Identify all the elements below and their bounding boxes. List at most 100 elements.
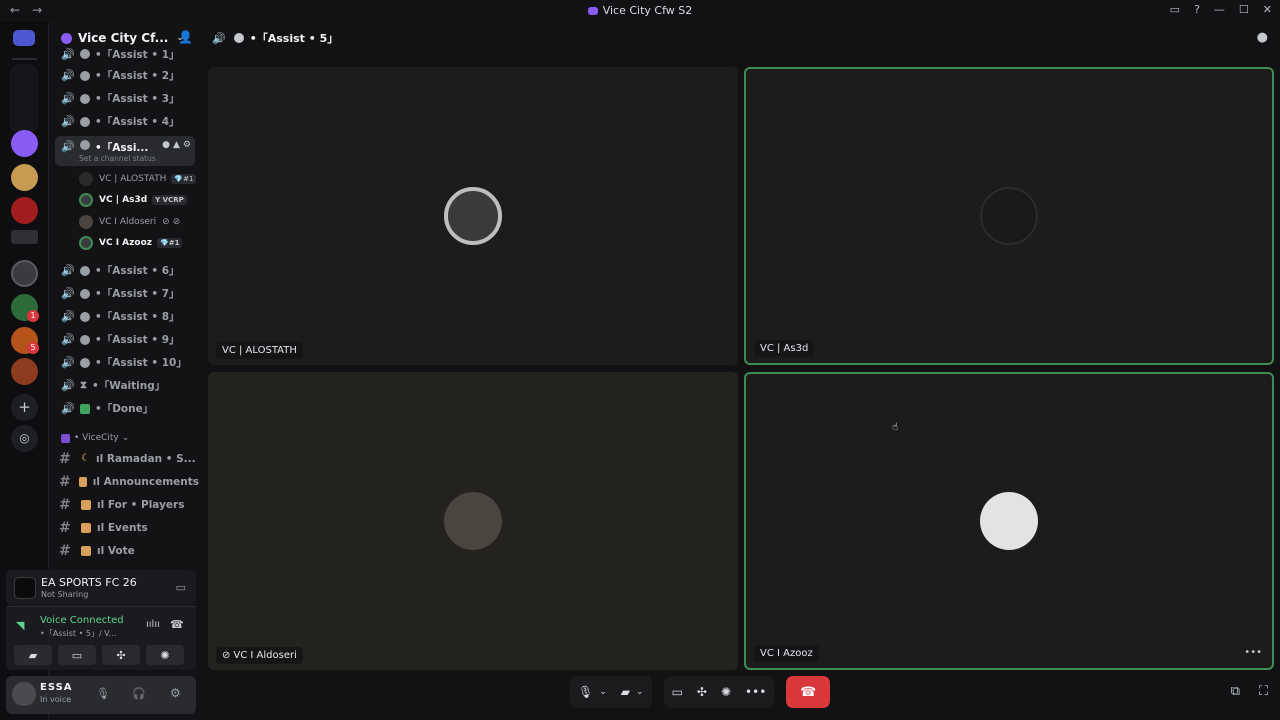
voice-channel[interactable]: 🔊 •「Assist • 2」 bbox=[55, 65, 195, 86]
channel-label: •「Assist • 4」 bbox=[95, 116, 180, 128]
video-tile[interactable]: VC | As3d bbox=[744, 67, 1274, 365]
close-button[interactable]: ✕ bbox=[1263, 3, 1272, 16]
voice-channel[interactable]: 🔊 •「Assist • 10」 bbox=[55, 352, 195, 373]
moon-icon: ☾ bbox=[81, 453, 90, 464]
voice-member[interactable]: VC | As3d Y VCRP bbox=[79, 190, 199, 210]
discover-icon[interactable]: ◎ bbox=[11, 425, 38, 452]
channel-label: ıl Events bbox=[97, 521, 148, 534]
voice-channel[interactable]: 🔊 •「Assist • 6」 bbox=[55, 260, 195, 281]
screen-share-icon[interactable]: ▭ bbox=[176, 581, 186, 594]
member-name: VC | ALOSTATH bbox=[99, 174, 167, 184]
chevron-down-icon[interactable]: ⌄ bbox=[599, 687, 607, 697]
username[interactable]: ESSA bbox=[40, 682, 73, 693]
text-channel[interactable]: # ıl Announcements bbox=[59, 471, 199, 492]
activities-button[interactable]: ✣ bbox=[102, 645, 140, 665]
muted-icon: ⊘ bbox=[222, 650, 231, 661]
hang-up-button[interactable]: ☎ bbox=[786, 676, 831, 708]
active-voice-channel[interactable]: 🔊 •「Assi... Set a channel status ● ▲ ⚙ bbox=[55, 136, 195, 166]
voice-channel[interactable]: 🔊 •「Assist • 8」 bbox=[55, 306, 195, 327]
voice-channel[interactable]: 🔊 •「Assist • 3」 bbox=[55, 88, 195, 109]
headphones-icon[interactable]: 🎧 bbox=[132, 687, 146, 700]
chat-bubble-icon[interactable]: ● bbox=[1257, 30, 1268, 45]
gear-icon[interactable]: ⚙ bbox=[183, 140, 191, 150]
window-title: Vice City Cfw S2 bbox=[602, 4, 693, 17]
tile-name: VC I Aldoseri bbox=[233, 650, 297, 661]
chat-icon[interactable]: ● bbox=[162, 140, 170, 150]
category-header[interactable]: • ViceCity ⌄ bbox=[61, 433, 129, 443]
maximize-button[interactable]: ☐ bbox=[1239, 3, 1249, 16]
game-name: EA SPORTS FC 26 bbox=[41, 576, 137, 589]
screen-share-button[interactable]: ▭ bbox=[672, 685, 683, 699]
camera-off-button[interactable]: ▰ bbox=[621, 685, 630, 699]
noise-suppression-icon[interactable]: ıılıı bbox=[146, 619, 160, 630]
camera-button[interactable]: ▰ bbox=[14, 645, 52, 665]
voice-member[interactable]: VC I Azooz 💎#1 bbox=[79, 233, 199, 253]
discord-home-icon[interactable] bbox=[13, 30, 35, 46]
channel-label: ıl Ramadan • S... bbox=[95, 452, 196, 465]
more-options-icon[interactable]: ••• bbox=[1244, 647, 1262, 658]
server-icon[interactable] bbox=[11, 230, 38, 244]
voice-channel[interactable]: 🔊 •「Assist • 1」 bbox=[55, 48, 195, 60]
voice-channel[interactable]: 🔊 •「Assist • 4」 bbox=[55, 111, 195, 132]
video-tile[interactable]: VC I Azooz ••• ☝ bbox=[744, 372, 1274, 670]
invite-icon[interactable]: ▲ bbox=[173, 140, 180, 150]
soundboard-button[interactable]: ✺ bbox=[721, 685, 731, 699]
server-icon[interactable] bbox=[11, 164, 38, 191]
text-channel[interactable]: # ıl For • Players bbox=[59, 494, 199, 515]
pop-out-icon[interactable]: ⧉ bbox=[1231, 684, 1240, 699]
avatar bbox=[79, 236, 93, 250]
channel-label: •「Waiting」 bbox=[92, 380, 166, 392]
activities-button[interactable]: ✣ bbox=[697, 685, 707, 699]
voice-channel[interactable]: 🔊 •「Assist • 9」 bbox=[55, 329, 195, 350]
channel-tools: ● ▲ ⚙ bbox=[162, 140, 191, 150]
more-options-button[interactable]: ••• bbox=[745, 685, 766, 699]
voice-channel[interactable]: 🔊 •「Done」 bbox=[55, 398, 195, 419]
server-icon[interactable] bbox=[11, 197, 38, 224]
avatar[interactable] bbox=[12, 682, 36, 706]
channel-status-input[interactable]: Set a channel status bbox=[79, 154, 156, 163]
signal-icon[interactable]: ◥ bbox=[16, 619, 24, 632]
add-server-icon[interactable]: + bbox=[11, 394, 38, 421]
voice-channel[interactable]: 🔊 •「Assist • 7」 bbox=[55, 283, 195, 304]
hash-icon: # bbox=[59, 519, 71, 536]
video-tile[interactable]: VC | ALOSTATH bbox=[208, 67, 738, 365]
minimize-button[interactable]: — bbox=[1214, 3, 1225, 16]
clock-icon bbox=[80, 311, 90, 322]
voice-channel-path[interactable]: •「Assist • 5」/ V... bbox=[40, 628, 116, 639]
deafened-icon: ⊘ bbox=[172, 217, 181, 227]
microphone-icon[interactable]: 🎙 bbox=[96, 687, 110, 700]
voice-channel[interactable]: 🔊 ⧗ •「Waiting」 bbox=[55, 375, 195, 396]
inbox-icon[interactable]: ▭ bbox=[1170, 3, 1180, 16]
voice-status[interactable]: Voice Connected bbox=[40, 615, 124, 626]
microphone-button[interactable]: 🎙 bbox=[578, 685, 593, 699]
invite-people-icon[interactable]: 👤 bbox=[178, 30, 193, 44]
speaker-icon: 🔊 bbox=[61, 69, 75, 82]
video-tile[interactable]: ⊘ VC I Aldoseri bbox=[208, 372, 738, 670]
fullscreen-icon[interactable]: ⛶ bbox=[1259, 684, 1268, 699]
server-icon[interactable] bbox=[11, 260, 38, 287]
channel-label: •「Assist • 3」 bbox=[95, 93, 180, 105]
text-channel[interactable]: # ☾ ıl Ramadan • S... bbox=[59, 448, 199, 469]
chevron-down-icon[interactable]: ⌄ bbox=[636, 687, 644, 697]
help-icon[interactable]: ? bbox=[1194, 3, 1200, 16]
gear-icon[interactable]: ⚙ bbox=[170, 686, 181, 700]
tile-name: VC | ALOSTATH bbox=[216, 342, 303, 359]
call-controls: 🎙 ⌄ ▰ ⌄ ▭ ✣ ✺ ••• ☎ bbox=[570, 676, 831, 708]
channel-label: •「Assist • 6」 bbox=[95, 265, 180, 277]
disconnect-icon[interactable]: ☎ bbox=[170, 618, 184, 631]
soundboard-button[interactable]: ✺ bbox=[146, 645, 184, 665]
folder-container[interactable] bbox=[9, 64, 39, 134]
member-name: VC | As3d bbox=[99, 195, 148, 205]
voice-member[interactable]: VC | ALOSTATH 💎#1 bbox=[79, 169, 199, 189]
stage-channel-name: •「Assist • 5」 bbox=[249, 32, 339, 45]
member-tag: 💎#1 bbox=[157, 238, 183, 248]
voice-member[interactable]: VC I Aldoseri ⊘ ⊘ bbox=[79, 212, 199, 232]
hash-icon: # bbox=[59, 450, 71, 467]
server-icon[interactable] bbox=[11, 358, 38, 385]
server-vicecity-icon[interactable] bbox=[11, 130, 38, 157]
avatar bbox=[980, 492, 1038, 550]
text-channel[interactable]: # ıl Vote bbox=[59, 540, 199, 561]
channel-label: •「Assi... bbox=[95, 142, 149, 154]
screen-share-button[interactable]: ▭ bbox=[58, 645, 96, 665]
text-channel[interactable]: # ıl Events bbox=[59, 517, 199, 538]
